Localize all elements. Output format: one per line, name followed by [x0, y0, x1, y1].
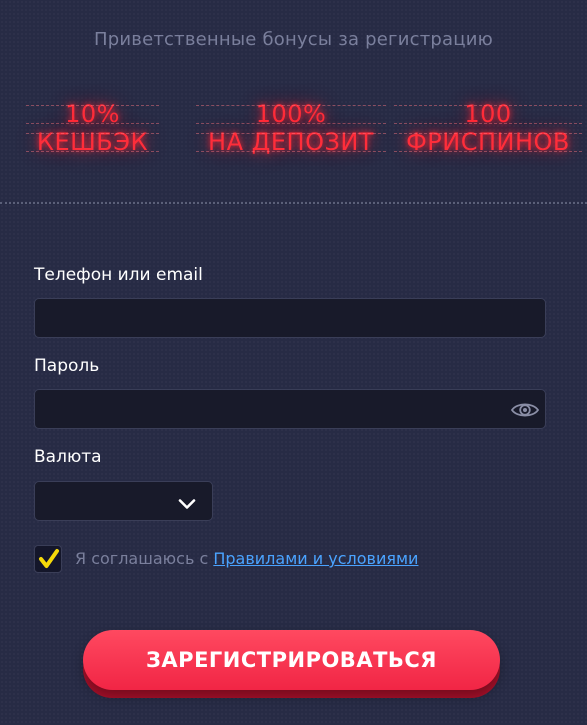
eye-icon[interactable]	[510, 400, 540, 420]
chevron-down-icon	[178, 495, 196, 509]
currency-select[interactable]	[34, 481, 213, 521]
password-input[interactable]	[34, 389, 546, 429]
bonus-freespins: 100 ФРИСПИНОВ	[394, 100, 582, 156]
phone-email-label: Телефон или email	[34, 265, 203, 285]
agree-prefix: Я соглашаюсь с	[75, 549, 214, 568]
bonus-deposit: 100% НА ДЕПОЗИТ	[196, 100, 386, 156]
bonus-deposit-value: 100%	[196, 100, 386, 128]
welcome-bonus-subtitle: Приветственные бонусы за регистрацию	[94, 29, 493, 50]
bonus-deposit-label: НА ДЕПОЗИТ	[196, 128, 386, 156]
agree-checkbox[interactable]	[34, 545, 62, 573]
register-button[interactable]: ЗАРЕГИСТРИРОВАТЬСЯ	[83, 630, 500, 690]
terms-link[interactable]: Правилами и условиями	[213, 549, 418, 568]
bonus-cashback: 10% КЕШБЭК	[26, 100, 159, 156]
agree-text: Я соглашаюсь с Правилами и условиями	[75, 549, 418, 568]
checkmark-icon	[39, 549, 59, 568]
section-divider	[0, 202, 587, 204]
password-label: Пароль	[34, 356, 100, 376]
bonus-freespins-label: ФРИСПИНОВ	[394, 128, 582, 156]
bonus-cashback-value: 10%	[26, 100, 159, 128]
phone-email-input[interactable]	[34, 298, 546, 338]
currency-label: Валюта	[34, 447, 102, 467]
registration-panel: Приветственные бонусы за регистрацию 10%…	[0, 0, 587, 725]
bonus-freespins-value: 100	[394, 100, 582, 128]
bonus-cashback-label: КЕШБЭК	[26, 128, 159, 156]
